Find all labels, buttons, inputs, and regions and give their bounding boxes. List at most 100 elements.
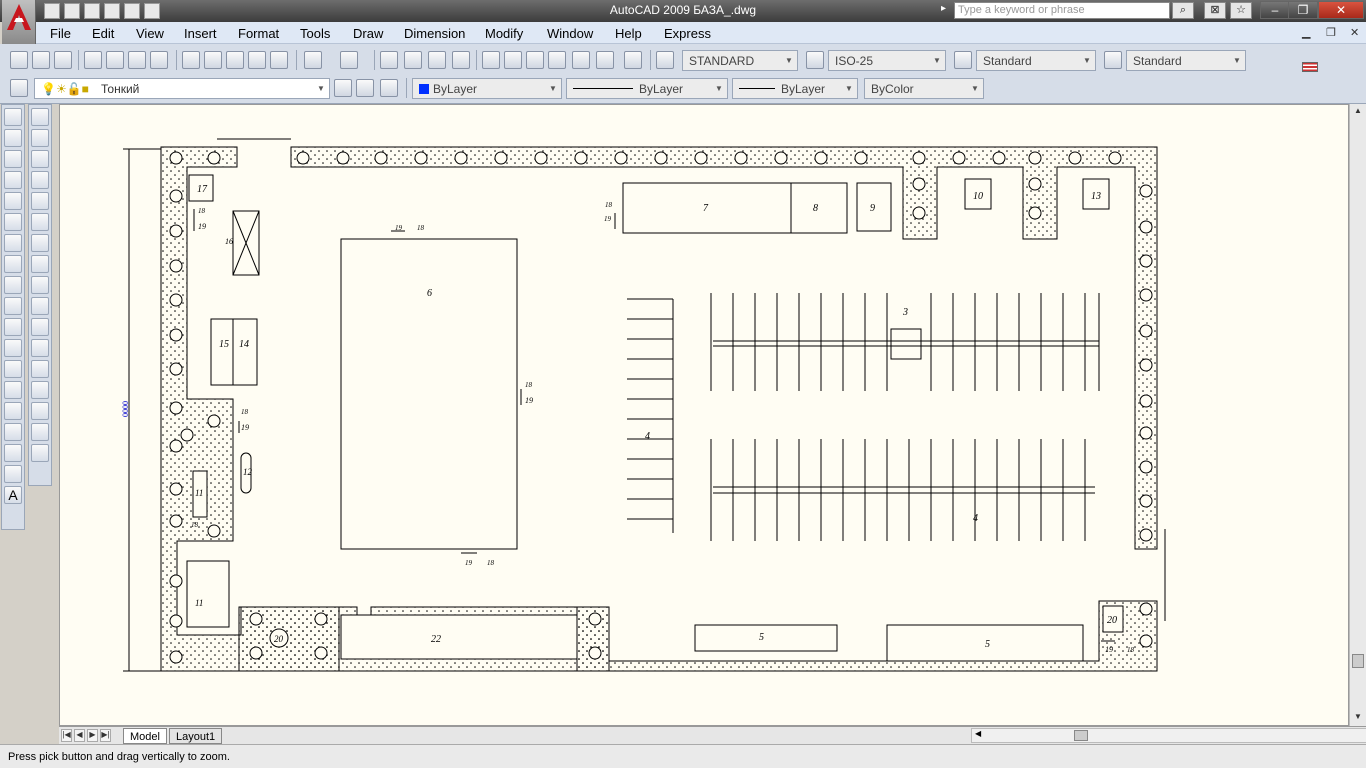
scroll-down-icon[interactable]: ▼ [1354, 712, 1362, 721]
restore-button[interactable]: ❐ [1288, 1, 1318, 19]
trim-icon[interactable] [31, 297, 49, 315]
table-icon[interactable] [4, 465, 22, 483]
multileader-style-icon[interactable] [1104, 51, 1122, 69]
qnew-icon[interactable] [10, 51, 28, 69]
construction-line-icon[interactable] [4, 129, 22, 147]
break-at-point-icon[interactable] [31, 339, 49, 357]
first-tab-icon[interactable]: |◀ [61, 729, 72, 742]
text-style-combo[interactable]: STANDARD ▼ [682, 50, 798, 71]
region-icon[interactable] [4, 444, 22, 462]
language-flag-icon[interactable] [1302, 62, 1318, 72]
design-center-icon[interactable] [504, 51, 522, 69]
circle-icon[interactable] [4, 234, 22, 252]
arc-icon[interactable] [4, 213, 22, 231]
open-icon[interactable] [64, 3, 80, 19]
multileader-style-combo[interactable]: Standard ▼ [1126, 50, 1246, 71]
menu-window[interactable]: Window [547, 26, 593, 41]
application-menu-button[interactable] [2, 0, 36, 44]
lineweight-combo[interactable]: ByLayer ▼ [732, 78, 858, 99]
join-icon[interactable] [31, 381, 49, 399]
polygon-icon[interactable] [4, 171, 22, 189]
multiline-text-icon[interactable]: A [4, 486, 22, 504]
last-tab-icon[interactable]: ▶| [100, 729, 111, 742]
zoom-previous-icon[interactable] [452, 51, 470, 69]
drawing-canvas[interactable]: 17 18 19 16 15 14 18 19 11 12 18 11 20 2… [59, 104, 1349, 726]
text-style-icon[interactable] [656, 51, 674, 69]
scroll-up-icon[interactable]: ▲ [1354, 106, 1362, 115]
search-input[interactable]: Type a keyword or phrase [954, 2, 1170, 19]
next-tab-icon[interactable]: ▶ [87, 729, 98, 742]
save-icon[interactable] [84, 3, 100, 19]
polyline-icon[interactable] [4, 150, 22, 168]
menu-view[interactable]: View [136, 26, 164, 41]
match-properties-icon[interactable] [248, 51, 266, 69]
mdi-restore-icon[interactable]: ❐ [1326, 26, 1336, 39]
publish-icon[interactable] [128, 51, 146, 69]
menu-express[interactable]: Express [664, 26, 711, 41]
color-combo[interactable]: ByLayer ▼ [412, 78, 562, 99]
scroll-left-icon[interactable]: ◀ [975, 729, 981, 738]
layer-manager-icon[interactable] [10, 79, 28, 97]
new-icon[interactable] [44, 3, 60, 19]
make-block-icon[interactable] [4, 360, 22, 378]
copy-object-icon[interactable] [31, 129, 49, 147]
break-icon[interactable] [31, 360, 49, 378]
menu-file[interactable]: File [50, 26, 71, 41]
layer-states-icon[interactable] [380, 79, 398, 97]
mirror-icon[interactable] [31, 150, 49, 168]
rectangle-icon[interactable] [4, 192, 22, 210]
plot-icon[interactable] [84, 51, 102, 69]
revision-cloud-icon[interactable] [4, 255, 22, 273]
menu-help[interactable]: Help [615, 26, 642, 41]
point-icon[interactable] [4, 381, 22, 399]
horizontal-scroll-thumb[interactable] [1074, 730, 1088, 741]
array-icon[interactable] [31, 192, 49, 210]
menu-draw[interactable]: Draw [353, 26, 383, 41]
redo-icon[interactable] [144, 3, 160, 19]
ellipse-icon[interactable] [4, 297, 22, 315]
scale-icon[interactable] [31, 255, 49, 273]
search-expand-icon[interactable]: ▸ [941, 3, 946, 14]
undo-icon[interactable] [124, 3, 140, 19]
plot-preview-icon[interactable] [106, 51, 124, 69]
copy-icon[interactable] [204, 51, 222, 69]
print-icon[interactable] [104, 3, 120, 19]
properties-icon[interactable] [482, 51, 500, 69]
communication-center-icon[interactable]: ⊠ [1204, 2, 1226, 19]
gradient-icon[interactable] [4, 423, 22, 441]
table-style-combo[interactable]: Standard ▼ [976, 50, 1096, 71]
tab-model[interactable]: Model [123, 728, 167, 744]
horizontal-scrollbar[interactable]: ◀ ▶ [971, 728, 1366, 743]
chamfer-icon[interactable] [31, 402, 49, 420]
prev-tab-icon[interactable]: ◀ [74, 729, 85, 742]
paste-icon[interactable] [226, 51, 244, 69]
stretch-icon[interactable] [31, 276, 49, 294]
dim-style-combo[interactable]: ISO-25 ▼ [828, 50, 946, 71]
menu-format[interactable]: Format [238, 26, 279, 41]
extend-icon[interactable] [31, 318, 49, 336]
spline-icon[interactable] [4, 276, 22, 294]
save-file-icon[interactable] [54, 51, 72, 69]
menu-dimension[interactable]: Dimension [404, 26, 465, 41]
erase-icon[interactable] [31, 108, 49, 126]
table-style-icon[interactable] [954, 51, 972, 69]
make-current-layer-icon[interactable] [334, 79, 352, 97]
fillet-icon[interactable] [31, 423, 49, 441]
explode-icon[interactable] [31, 444, 49, 462]
insert-block-icon[interactable] [4, 339, 22, 357]
favorites-star-icon[interactable]: ☆ [1230, 2, 1252, 19]
undo-toolbar-icon[interactable] [304, 51, 322, 69]
help-icon[interactable] [624, 51, 642, 69]
layer-combo[interactable]: 💡☀🔓■ Тонкий ▼ [34, 78, 330, 99]
hatch-icon[interactable] [4, 402, 22, 420]
search-icon[interactable]: ⌕ [1172, 2, 1194, 19]
minimize-button[interactable]: – [1260, 1, 1290, 19]
close-button[interactable]: ✕ [1318, 1, 1364, 19]
vertical-scroll-thumb[interactable] [1352, 654, 1364, 668]
dim-style-icon[interactable] [806, 51, 824, 69]
rotate-icon[interactable] [31, 234, 49, 252]
tab-layout1[interactable]: Layout1 [169, 728, 223, 744]
zoom-realtime-icon[interactable] [404, 51, 422, 69]
redo-toolbar-icon[interactable] [340, 51, 358, 69]
vertical-scrollbar[interactable]: ▲ ▼ [1349, 104, 1366, 726]
